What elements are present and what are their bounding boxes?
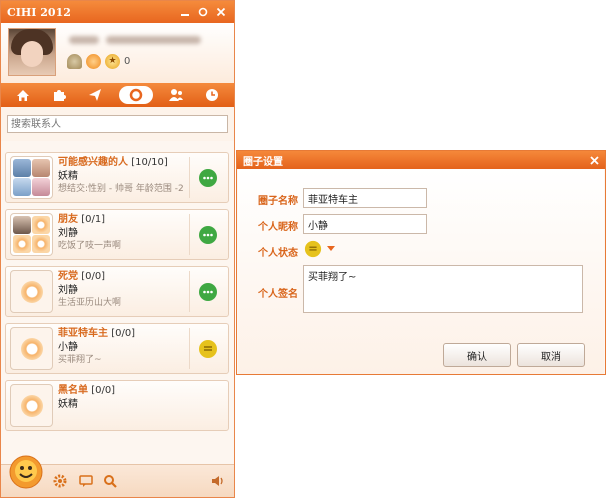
member-name: 小静 (58, 342, 78, 353)
circle-group-list: 可能感兴趣的人 [10/10] 妖精 想结交:性别 - 帅哥 年龄范围 -2 朋… (5, 152, 229, 437)
status-icons: ★ 0 (67, 54, 130, 69)
group-count: [10/10] (131, 157, 168, 168)
speaker-icon[interactable] (211, 474, 225, 488)
status-selector[interactable] (304, 240, 335, 258)
app-logo-icon[interactable] (9, 455, 43, 489)
circle-name-label: 圈子名称 (258, 196, 298, 207)
cancel-button[interactable]: 取消 (517, 343, 585, 367)
group-count: [0/0] (81, 271, 106, 282)
tab-circles[interactable] (118, 86, 153, 104)
hat-icon[interactable] (67, 54, 82, 69)
dialog-title: 圈子设置 (243, 156, 283, 168)
paper-plane-icon (89, 89, 102, 101)
puzzle-icon (54, 90, 67, 101)
group-count: [0/0] (111, 328, 136, 339)
star-icon[interactable]: ★ (105, 54, 120, 69)
circle-settings-dialog: 圈子设置 圈子名称 个人昵称 个人状态 个人签名 买菲翔了~ 确认 取消 (236, 150, 606, 375)
signature-field[interactable]: 买菲翔了~ (303, 265, 583, 313)
search-icon[interactable] (103, 474, 117, 488)
search-input[interactable] (7, 115, 228, 133)
main-window: CIHI 2012 ★ 0 搜索联系人 可能感兴趣的人 [10/10] 妖精 想… (0, 0, 235, 498)
circle-icon (129, 88, 142, 102)
circle-group[interactable]: 黑名单 [0/0] 妖精 (5, 380, 229, 431)
member-name: 妖精 (58, 171, 78, 182)
nickname-label: 个人昵称 (258, 222, 298, 233)
circle-group[interactable]: 朋友 [0/1] 刘静 吃饭了吱一声啊 (5, 209, 229, 260)
group-count: [0/1] (81, 214, 106, 225)
avatar[interactable] (8, 28, 56, 76)
member-signature: 想结交:性别 - 帅哥 年龄范围 -2 (58, 184, 184, 194)
member-signature: 生活亚历山大啊 (58, 298, 122, 308)
member-name: 妖精 (58, 399, 78, 410)
bottom-bar (1, 455, 234, 497)
tab-contacts[interactable] (163, 86, 189, 104)
member-name: 刘静 (58, 285, 78, 296)
close-icon (216, 7, 226, 17)
group-avatar-collage (10, 156, 53, 199)
group-default-icon (10, 327, 53, 370)
maximize-button[interactable] (196, 5, 210, 19)
chat-bubble-icon[interactable] (198, 282, 218, 302)
app-title: CIHI 2012 (7, 5, 71, 19)
member-name: 刘静 (58, 228, 78, 239)
circle-group[interactable]: 可能感兴趣的人 [10/10] 妖精 想结交:性别 - 帅哥 年龄范围 -2 (5, 152, 229, 203)
minimize-icon (181, 14, 189, 16)
dialog-close-button[interactable] (590, 155, 599, 165)
contacts-icon (168, 89, 183, 101)
ring-icon (198, 7, 208, 17)
group-avatar-collage (10, 213, 53, 256)
confirm-button[interactable]: 确认 (443, 343, 511, 367)
group-name: 死党 (58, 271, 78, 282)
group-count: [0/0] (91, 385, 116, 396)
tab-history[interactable] (199, 86, 225, 104)
circle-name-field[interactable] (303, 188, 427, 208)
message-icon[interactable] (79, 474, 93, 488)
close-icon (590, 155, 599, 165)
level-count: 0 (124, 56, 131, 67)
medal-icon[interactable] (86, 54, 101, 69)
tab-home[interactable] (10, 86, 36, 104)
group-name: 黑名单 (58, 385, 88, 396)
clock-icon (205, 89, 218, 101)
tab-apps[interactable] (46, 86, 72, 104)
chat-bubble-icon[interactable] (198, 225, 218, 245)
search-area (1, 107, 234, 141)
user-identity (69, 33, 209, 44)
circle-group[interactable]: 死党 [0/0] 刘静 生活亚历山大啊 (5, 266, 229, 317)
group-default-icon (10, 384, 53, 427)
chat-bubble-icon[interactable] (198, 168, 218, 188)
group-name: 可能感兴趣的人 (58, 157, 128, 168)
tab-send[interactable] (82, 86, 108, 104)
dialog-title-bar: 圈子设置 (237, 151, 605, 169)
chat-bubble-icon[interactable] (198, 339, 218, 359)
close-button[interactable] (214, 5, 228, 19)
home-icon (17, 89, 30, 101)
status-label: 个人状态 (258, 248, 298, 259)
nickname-field[interactable] (303, 214, 427, 234)
member-signature: 买菲翔了~ (58, 355, 102, 365)
member-signature: 吃饭了吱一声啊 (58, 241, 122, 251)
gear-icon[interactable] (53, 474, 67, 488)
dialog-body: 圈子名称 个人昵称 个人状态 个人签名 买菲翔了~ 确认 取消 (238, 169, 604, 374)
status-bubble-icon (304, 240, 322, 258)
signature-label: 个人签名 (258, 289, 298, 300)
circle-group[interactable]: 菲亚特车主 [0/0] 小静 买菲翔了~ (5, 323, 229, 374)
profile-panel: ★ 0 (1, 23, 234, 83)
title-bar: CIHI 2012 (1, 1, 234, 23)
caret-down-icon (327, 246, 335, 251)
group-default-icon (10, 270, 53, 313)
minimize-button[interactable] (178, 5, 192, 19)
group-name: 菲亚特车主 (58, 328, 108, 339)
group-name: 朋友 (58, 214, 78, 225)
main-toolbar (1, 83, 234, 107)
